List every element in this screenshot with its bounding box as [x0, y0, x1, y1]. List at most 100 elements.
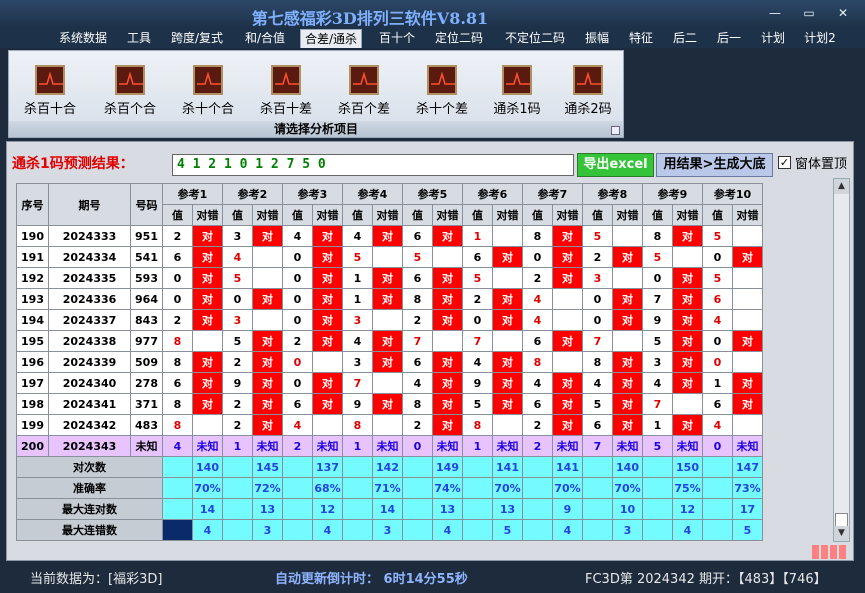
stat-value: 4 — [432, 519, 463, 541]
scroll-down-icon[interactable]: ▼ — [834, 526, 849, 541]
miss-cell — [672, 393, 703, 415]
dialog-launcher-icon[interactable] — [611, 126, 620, 135]
menu-item[interactable]: 后一 — [714, 29, 744, 48]
vertical-scrollbar[interactable]: ▲ ▼ — [833, 178, 850, 542]
table-row[interactable]: 191 2024334 541 6 对 4 0 对 5 5 6 对 0 对 2 对 5 0 对 — [16, 246, 763, 268]
subheader-value: 值 — [402, 204, 433, 226]
analysis-button[interactable]: 杀百十差 — [253, 65, 319, 117]
menu-item[interactable]: 和/合值 — [242, 29, 288, 48]
col-header-ref[interactable]: 参考6 — [462, 183, 523, 205]
ref-value: 5 — [642, 330, 673, 352]
menu-item[interactable]: 合差/通杀 — [300, 29, 362, 48]
col-header-period[interactable]: 期号 — [48, 183, 131, 226]
menu-item[interactable]: 系统数据 — [57, 29, 109, 48]
analysis-button[interactable]: 通杀2码 — [555, 65, 621, 117]
table-row[interactable]: 193 2024336 964 0 对 0 对 0 对 1 对 8 对 2 对 4 0 对 7 对 6 — [16, 288, 763, 310]
ref-value: 6 — [582, 414, 613, 436]
analysis-button[interactable]: 杀百十合 — [17, 65, 83, 117]
menu-item[interactable]: 定位二码 — [432, 29, 486, 48]
pending-row[interactable]: 200 2024343 未知 4 未知 1 未知 2 未知 1 未知 0 未知 1 未知 2 未知 7 未知 5 未知 0… — [16, 435, 763, 457]
ref-value: 4 — [522, 372, 553, 394]
stat-value: 74% — [432, 477, 463, 499]
hit-mark: 对 — [552, 414, 583, 436]
analysis-button[interactable]: 杀百个合 — [97, 65, 163, 117]
table-row[interactable]: 194 2024337 843 2 对 3 0 对 3 2 对 0 对 4 0 对 9 对 4 — [16, 309, 763, 331]
export-excel-button[interactable]: 导出excel — [577, 153, 654, 177]
menu-item[interactable]: 振幅 — [582, 29, 612, 48]
row-period: 2024338 — [48, 330, 131, 352]
col-header-ref[interactable]: 参考5 — [402, 183, 463, 205]
menu-item[interactable]: 不定位二码 — [503, 29, 567, 48]
selected-cell[interactable] — [162, 519, 193, 541]
analysis-button[interactable]: 杀百个差 — [331, 65, 397, 117]
table-row[interactable]: 197 2024340 278 6 对 9 对 0 对 7 4 对 9 对 4 对 4 对 4 对 1 对 — [16, 372, 763, 394]
ref-value: 8 — [162, 393, 193, 415]
col-header-number[interactable]: 号码 — [130, 183, 163, 226]
generate-base-button[interactable]: 用结果>生成大底 — [656, 153, 773, 177]
col-header-ref[interactable]: 参考8 — [582, 183, 643, 205]
table-row[interactable]: 199 2024342 483 8 2 对 4 8 2 对 8 2 对 6 对 1 对 4 — [16, 414, 763, 436]
chart-icon — [35, 65, 65, 95]
close-button[interactable]: ✕ — [830, 4, 856, 22]
maximize-button[interactable]: ▭ — [796, 4, 822, 22]
ref-value: 6 — [282, 393, 313, 415]
col-header-ref[interactable]: 参考2 — [222, 183, 283, 205]
table-row[interactable]: 198 2024341 371 8 对 2 对 6 对 9 对 8 对 5 对 6 对 5 对 7 6 对 — [16, 393, 763, 415]
stat-spacer — [342, 498, 373, 520]
stat-spacer — [702, 519, 733, 541]
hit-mark: 对 — [672, 351, 703, 373]
ref-value: 5 — [582, 225, 613, 247]
menu-item[interactable]: 跨度/复式 — [168, 29, 226, 48]
subheader-value: 值 — [162, 204, 193, 226]
col-header-ref[interactable]: 参考4 — [342, 183, 403, 205]
menu-item[interactable]: 特征 — [626, 29, 656, 48]
ref-value: 2 — [522, 267, 553, 289]
miss-cell — [492, 225, 523, 247]
ref-value: 0 — [462, 309, 493, 331]
current-data-label: 当前数据为：[福彩3D] — [30, 572, 163, 587]
prediction-result-field[interactable]: 4 1 2 1 0 1 2 7 5 0 — [172, 154, 574, 176]
hit-mark: 对 — [612, 246, 643, 268]
menu-item[interactable]: 工具 — [124, 29, 154, 48]
row-number: 278 — [130, 372, 163, 394]
hit-mark: 对 — [732, 393, 763, 415]
table-row[interactable]: 195 2024338 977 8 5 对 2 对 4 对 7 7 6 对 7 5 对 0 对 — [16, 330, 763, 352]
table-row[interactable]: 190 2024333 951 2 对 3 对 4 对 4 对 6 对 1 8 对 5 8 对 5 — [16, 225, 763, 247]
scroll-up-icon[interactable]: ▲ — [834, 179, 849, 194]
col-header-idx[interactable]: 序号 — [16, 183, 49, 226]
hit-mark: 对 — [312, 288, 343, 310]
row-index: 199 — [16, 414, 49, 436]
menu-item[interactable]: 计划2 — [801, 29, 839, 48]
ref-value: 8 — [522, 351, 553, 373]
ref-value: 5 — [702, 267, 733, 289]
col-header-ref[interactable]: 参考1 — [162, 183, 223, 205]
table-row[interactable]: 192 2024335 593 0 对 5 0 对 1 对 6 对 5 2 对 3 0 对 5 — [16, 267, 763, 289]
ref-value: 0 — [162, 267, 193, 289]
miss-cell — [732, 414, 763, 436]
ref-value: 4 — [222, 246, 253, 268]
stat-value: 12 — [672, 498, 703, 520]
hit-mark: 对 — [432, 393, 463, 415]
topmost-checkbox[interactable]: ✓ — [778, 156, 791, 169]
hit-mark: 对 — [672, 267, 703, 289]
ref-value: 3 — [582, 267, 613, 289]
col-header-ref[interactable]: 参考10 — [702, 183, 763, 205]
analysis-button[interactable]: 通杀1码 — [484, 65, 550, 117]
analysis-button[interactable]: 杀十个合 — [175, 65, 241, 117]
stat-value: 141 — [492, 456, 523, 478]
analysis-button[interactable]: 杀十个差 — [409, 65, 475, 117]
table-row[interactable]: 196 2024339 509 8 对 2 对 0 3 对 6 对 4 对 8 8 对 3 对 0 — [16, 351, 763, 373]
col-header-ref[interactable]: 参考7 — [522, 183, 583, 205]
hit-mark: 对 — [312, 309, 343, 331]
hit-mark: 对 — [192, 225, 223, 247]
col-header-ref[interactable]: 参考9 — [642, 183, 703, 205]
col-header-ref[interactable]: 参考3 — [282, 183, 343, 205]
row-index: 192 — [16, 267, 49, 289]
menu-item[interactable]: 计划 — [758, 29, 788, 48]
hit-mark: 对 — [312, 267, 343, 289]
menu-item[interactable]: 后二 — [670, 29, 700, 48]
menu-item[interactable]: 百十个 — [377, 29, 417, 48]
minimize-button[interactable]: — — [762, 4, 788, 22]
stat-row: 对次数 140 145 137 142 149 141 141 140 150 147 — [16, 456, 763, 478]
hit-mark: 对 — [612, 288, 643, 310]
